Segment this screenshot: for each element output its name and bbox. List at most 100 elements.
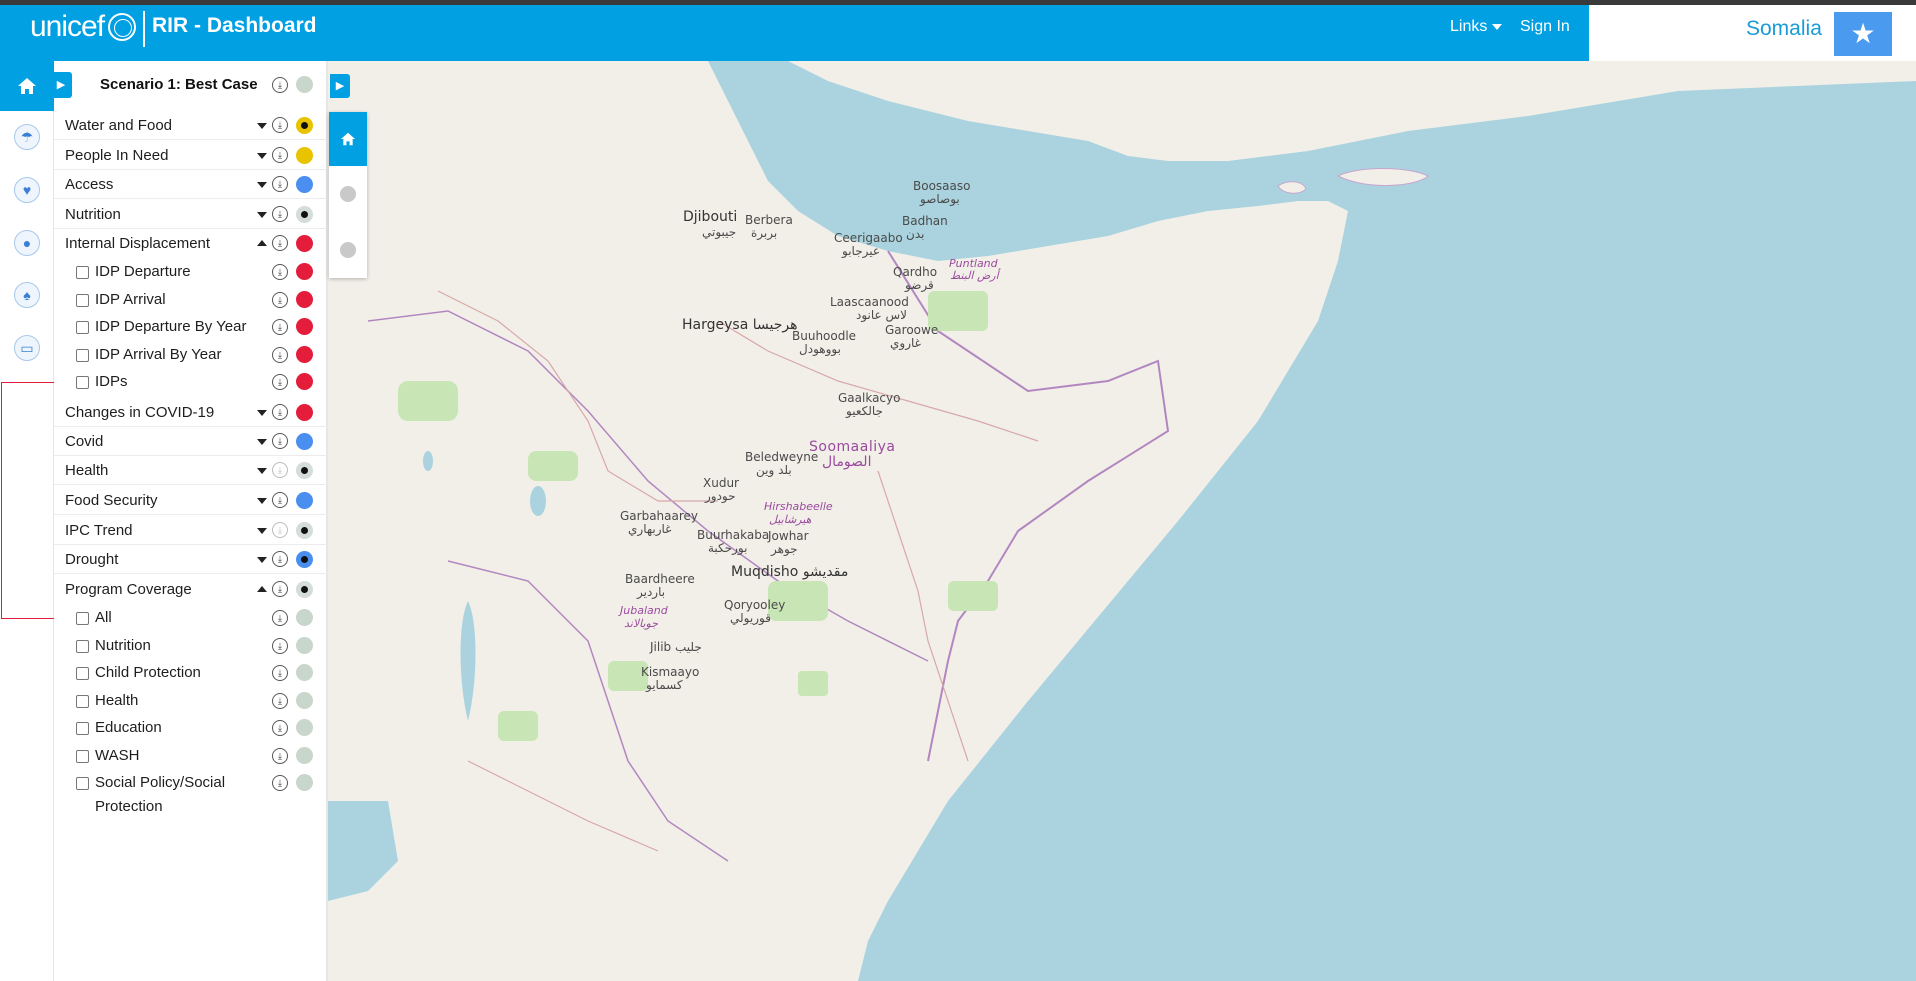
layer-color-dot[interactable]: [296, 291, 313, 308]
download-icon[interactable]: ⤓: [272, 492, 288, 508]
download-icon[interactable]: ⤓: [272, 693, 288, 709]
wash-checkbox[interactable]: [76, 750, 89, 763]
layer-color-dot[interactable]: [296, 206, 313, 223]
download-icon[interactable]: ⤓: [272, 176, 288, 192]
map-panel-toggle[interactable]: ▶: [330, 74, 350, 98]
chevron-up-icon[interactable]: [257, 240, 267, 246]
layer-color-dot[interactable]: [296, 551, 313, 568]
chevron-up-icon[interactable]: [257, 586, 267, 592]
download-icon[interactable]: ⤓: [272, 720, 288, 736]
education-checkbox[interactable]: [76, 722, 89, 735]
download-icon[interactable]: ⤓: [272, 775, 288, 791]
umbrella-icon[interactable]: ☂: [14, 124, 40, 150]
chevron-down-icon[interactable]: [257, 410, 267, 416]
download-icon[interactable]: ⤓: [272, 462, 288, 478]
layer-row[interactable]: People In Need ⤓: [54, 141, 328, 170]
layer-color-dot[interactable]: [296, 492, 313, 509]
home-icon[interactable]: [0, 61, 54, 111]
chevron-down-icon[interactable]: [257, 557, 267, 563]
links-dropdown[interactable]: Links: [1450, 18, 1502, 36]
layer-color-dot[interactable]: [296, 263, 313, 280]
panel-toggle-button[interactable]: ▶: [50, 72, 72, 98]
chevron-down-icon[interactable]: [257, 439, 267, 445]
download-icon[interactable]: ⤓: [272, 374, 288, 390]
scenario-title[interactable]: Scenario 1: Best Case: [100, 76, 258, 93]
idp-arrival-checkbox[interactable]: [76, 294, 89, 307]
download-icon[interactable]: ⤓: [272, 147, 288, 163]
country-name[interactable]: Somalia: [1746, 17, 1822, 41]
download-icon[interactable]: ⤓: [272, 522, 288, 538]
child-protection-checkbox[interactable]: [76, 667, 89, 680]
chevron-down-icon[interactable]: [257, 468, 267, 474]
app-title[interactable]: RIR - Dashboard: [152, 14, 317, 38]
layer-color-dot[interactable]: [296, 318, 313, 335]
layer-row[interactable]: Health ⤓: [54, 456, 328, 485]
layer-color-dot[interactable]: [296, 117, 313, 134]
star-icon[interactable]: ★: [1834, 12, 1892, 56]
water-tap-icon[interactable]: ♠: [14, 282, 40, 308]
chevron-down-icon[interactable]: [257, 528, 267, 534]
health-checkbox[interactable]: [76, 695, 89, 708]
layer-color-dot[interactable]: [296, 404, 313, 421]
layer-row[interactable]: Covid ⤓: [54, 427, 328, 456]
layer-color-dot[interactable]: [296, 346, 313, 363]
download-icon[interactable]: ⤓: [272, 581, 288, 597]
layer-color-dot[interactable]: [296, 692, 313, 709]
layer-color-dot[interactable]: [296, 373, 313, 390]
globe-icon[interactable]: [340, 242, 356, 258]
idp-departure-checkbox[interactable]: [76, 266, 89, 279]
layer-color-dot[interactable]: [296, 462, 313, 479]
chevron-down-icon[interactable]: [257, 153, 267, 159]
idps-checkbox[interactable]: [76, 376, 89, 389]
download-icon[interactable]: ⤓: [272, 347, 288, 363]
idp-departure-by-year-checkbox[interactable]: [76, 321, 89, 334]
layer-color-dot[interactable]: [296, 747, 313, 764]
layer-color-dot[interactable]: [296, 235, 313, 252]
download-icon[interactable]: ⤓: [272, 264, 288, 280]
layers-icon[interactable]: [340, 186, 356, 202]
map-canvas[interactable]: Djibouti جيبوتي Hargeysa هرجيسا Berbera …: [328, 61, 1916, 981]
all-checkbox[interactable]: [76, 612, 89, 625]
head-icon[interactable]: ●: [14, 230, 40, 256]
unicef-logo[interactable]: unicef: [30, 10, 137, 44]
layer-color-dot[interactable]: [296, 609, 313, 626]
chevron-down-icon[interactable]: [257, 212, 267, 218]
people-icon[interactable]: ♥: [14, 177, 40, 203]
social-policy-checkbox[interactable]: [76, 777, 89, 790]
download-icon[interactable]: ⤓: [272, 117, 288, 133]
layer-color-dot[interactable]: [296, 719, 313, 736]
layer-color-dot[interactable]: [296, 774, 313, 791]
scenario-download-icon[interactable]: ⤓: [272, 77, 288, 93]
layer-color-dot[interactable]: [296, 581, 313, 598]
layer-row[interactable]: IPC Trend ⤓: [54, 516, 328, 545]
book-icon[interactable]: ▭: [14, 335, 40, 361]
download-icon[interactable]: ⤓: [272, 665, 288, 681]
layer-row[interactable]: Changes in COVID-19 ⤓: [54, 398, 328, 427]
download-icon[interactable]: ⤓: [272, 319, 288, 335]
layer-row[interactable]: Internal Displacement ⤓: [54, 229, 328, 258]
layer-color-dot[interactable]: [296, 176, 313, 193]
layer-row[interactable]: Water and Food ⤓: [54, 111, 328, 140]
download-icon[interactable]: ⤓: [272, 433, 288, 449]
layer-color-dot[interactable]: [296, 637, 313, 654]
layer-row[interactable]: Access ⤓: [54, 170, 328, 199]
layer-color-dot[interactable]: [296, 522, 313, 539]
download-icon[interactable]: ⤓: [272, 610, 288, 626]
layer-color-dot[interactable]: [296, 433, 313, 450]
download-icon[interactable]: ⤓: [272, 748, 288, 764]
download-icon[interactable]: ⤓: [272, 235, 288, 251]
layer-row[interactable]: Food Security ⤓: [54, 486, 328, 515]
download-icon[interactable]: ⤓: [272, 404, 288, 420]
chevron-down-icon[interactable]: [257, 123, 267, 129]
layer-row[interactable]: Program Coverage ⤓: [54, 575, 328, 604]
scenario-dot[interactable]: [296, 76, 313, 93]
nutrition-checkbox[interactable]: [76, 640, 89, 653]
sign-in-link[interactable]: Sign In: [1520, 18, 1570, 36]
download-icon[interactable]: ⤓: [272, 292, 288, 308]
chevron-down-icon[interactable]: [257, 498, 267, 504]
layer-color-dot[interactable]: [296, 664, 313, 681]
map-home-icon[interactable]: [329, 112, 367, 166]
download-icon[interactable]: ⤓: [272, 551, 288, 567]
download-icon[interactable]: ⤓: [272, 206, 288, 222]
layer-row[interactable]: Nutrition ⤓: [54, 200, 328, 229]
